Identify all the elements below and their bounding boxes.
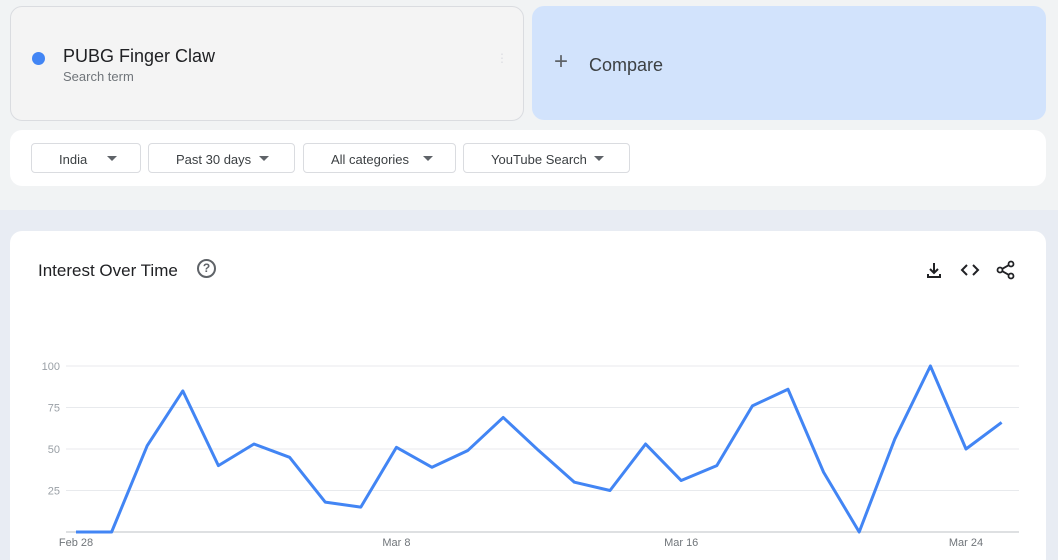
y-tick-label: 25: [48, 486, 60, 498]
caret-down-icon: [259, 156, 269, 161]
compare-button[interactable]: + Compare: [532, 6, 1046, 120]
filter-search-type-label: YouTube Search: [491, 152, 587, 167]
x-tick-label: Mar 8: [382, 537, 410, 549]
y-tick-label: 100: [42, 361, 60, 373]
plus-icon: +: [554, 48, 569, 75]
y-tick-label: 50: [48, 444, 60, 456]
more-vert-icon[interactable]: ⋮: [496, 52, 508, 73]
interest-line-chart: 25 50 75 100 Feb 28 Mar 8 Mar 16 Mar 24: [42, 361, 1019, 549]
search-term-card[interactable]: PUBG Finger Claw Search term ⋮: [10, 6, 524, 121]
x-tick-label: Mar 16: [664, 537, 698, 549]
caret-down-icon: [594, 156, 604, 161]
search-term-name[interactable]: PUBG Finger Claw: [63, 46, 215, 67]
filter-category[interactable]: All categories: [303, 143, 456, 173]
term-color-dot: [32, 52, 45, 65]
filter-region[interactable]: India: [31, 143, 141, 173]
filter-search-type[interactable]: YouTube Search: [463, 143, 630, 173]
compare-label: Compare: [589, 55, 664, 75]
search-header: PUBG Finger Claw Search term ⋮ + Compare…: [0, 0, 1058, 210]
y-tick-label: 75: [48, 403, 60, 415]
filter-region-label: India: [59, 152, 88, 167]
x-tick-label: Mar 24: [949, 537, 983, 549]
x-tick-label: Feb 28: [59, 537, 93, 549]
filter-bar: India Past 30 days All categories YouTub…: [10, 130, 1046, 186]
interest-over-time-card: Interest Over Time ? 25 50 75 100 Feb 28 Mar…: [10, 231, 1046, 560]
caret-down-icon: [107, 156, 117, 161]
caret-down-icon: [423, 156, 433, 161]
filter-time-range-label: Past 30 days: [176, 152, 252, 167]
search-term-subtitle: Search term: [63, 69, 134, 84]
filter-time-range[interactable]: Past 30 days: [148, 143, 295, 173]
filter-category-label: All categories: [331, 152, 410, 167]
